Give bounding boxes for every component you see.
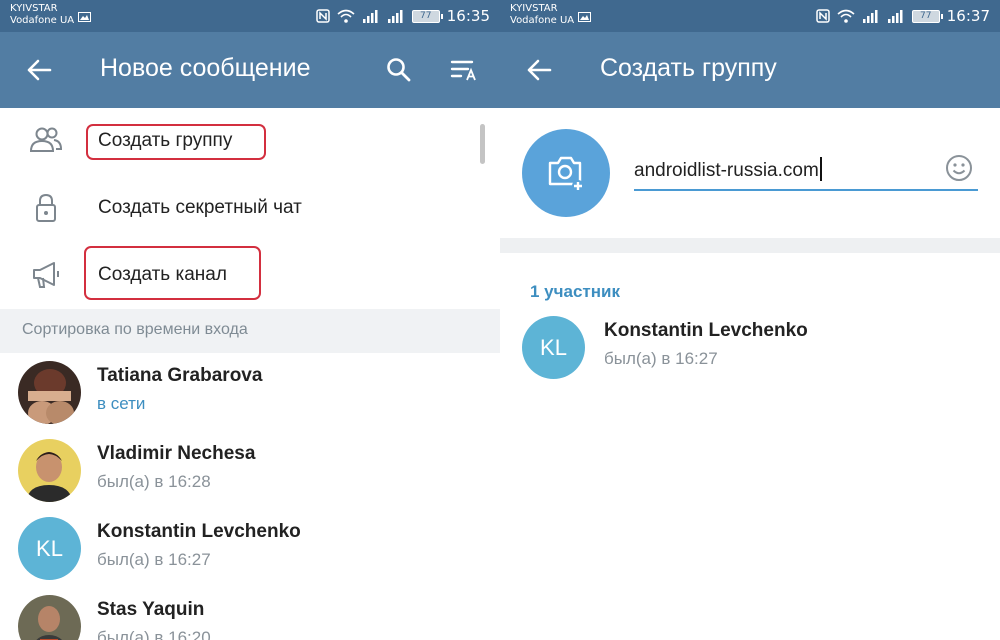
contact-row[interactable]: Vladimir Nechesa был(а) в 16:28	[0, 431, 500, 509]
carrier-primary: KYIVSTAR	[510, 3, 558, 14]
group-photo-button[interactable]	[522, 129, 610, 217]
wifi-icon	[337, 9, 355, 23]
create-group-screen: KYIVSTAR Vodafone UA 77 16:37 Создать гр…	[500, 0, 1000, 640]
lock-icon	[36, 193, 56, 222]
carrier-secondary: Vodafone UA	[510, 15, 575, 26]
carrier-info: KYIVSTAR Vodafone UA	[510, 3, 574, 27]
signal-icon	[362, 10, 378, 23]
contact-row[interactable]: Stas Yaquin был(а) в 16:20	[0, 587, 500, 640]
create-secret-chat-label: Создать секретный чат	[98, 197, 302, 218]
battery-icon: 77	[411, 9, 443, 23]
member-row[interactable]: KL Konstantin Levchenko был(а) в 16:27	[500, 308, 1000, 386]
avatar	[18, 439, 81, 502]
emoji-icon[interactable]	[944, 153, 974, 183]
camera-add-icon	[548, 156, 584, 192]
group-name-input[interactable]: androidlist-russia.com	[634, 155, 978, 191]
avatar	[18, 361, 81, 424]
signal-icon	[887, 10, 903, 23]
section-header: Сортировка по времени входа	[0, 309, 500, 353]
nfc-icon	[316, 9, 330, 23]
status-time: 16:37	[946, 7, 990, 25]
signal-icon	[862, 10, 878, 23]
carrier-primary: KYIVSTAR	[10, 3, 58, 14]
carrier-secondary: Vodafone UA	[10, 15, 75, 26]
new-message-screen: KYIVSTAR Vodafone UA 77 16:35 Новое сооб…	[0, 0, 500, 640]
battery-icon: 77	[911, 9, 943, 23]
contact-status: в сети	[97, 394, 146, 413]
people-icon	[29, 127, 63, 152]
status-bar: KYIVSTAR Vodafone UA 77 16:35	[0, 0, 500, 32]
contact-status: был(а) в 16:28	[97, 472, 211, 491]
contact-row[interactable]: Tatiana Grabarova в сети	[0, 353, 500, 431]
contact-row[interactable]: KL Konstantin Levchenko был(а) в 16:27	[0, 509, 500, 587]
sort-icon[interactable]	[450, 59, 482, 81]
signal-icon	[387, 10, 403, 23]
members-count: 1 участник	[530, 282, 620, 301]
nfc-icon	[816, 9, 830, 23]
group-name-value: androidlist-russia.com	[634, 160, 819, 181]
contact-name: Konstantin Levchenko	[97, 521, 301, 542]
wifi-icon	[837, 9, 855, 23]
carrier-info: KYIVSTAR Vodafone UA	[10, 3, 74, 27]
sort-section-label: Сортировка по времени входа	[22, 321, 248, 338]
scrollbar[interactable]	[480, 124, 485, 164]
page-title: Новое сообщение	[100, 54, 311, 82]
image-icon	[78, 12, 91, 22]
section-divider	[500, 238, 1000, 253]
text-cursor	[819, 157, 822, 181]
back-arrow-icon[interactable]	[26, 58, 52, 82]
search-icon[interactable]	[386, 57, 412, 83]
avatar: KL	[522, 316, 585, 379]
avatar: KL	[18, 517, 81, 580]
contact-name: Vladimir Nechesa	[97, 443, 256, 464]
megaphone-icon	[33, 262, 59, 288]
status-time: 16:35	[446, 7, 490, 25]
annotation-highlight	[86, 124, 266, 160]
page-title: Создать группу	[600, 54, 777, 82]
image-icon	[578, 12, 591, 22]
app-bar: Новое сообщение	[0, 32, 500, 108]
contact-name: Stas Yaquin	[97, 599, 205, 620]
member-name: Konstantin Levchenko	[604, 320, 808, 341]
member-status: был(а) в 16:27	[604, 349, 718, 368]
status-bar: KYIVSTAR Vodafone UA 77 16:37	[500, 0, 1000, 32]
contact-name: Tatiana Grabarova	[97, 365, 263, 386]
annotation-highlight	[84, 246, 261, 300]
avatar	[18, 595, 81, 640]
app-bar: Создать группу	[500, 32, 1000, 108]
create-secret-chat-action[interactable]: Создать секретный чат	[0, 175, 500, 242]
contact-status: был(а) в 16:27	[97, 550, 211, 569]
contact-status: был(а) в 16:20	[97, 628, 211, 640]
back-arrow-icon[interactable]	[526, 58, 552, 82]
